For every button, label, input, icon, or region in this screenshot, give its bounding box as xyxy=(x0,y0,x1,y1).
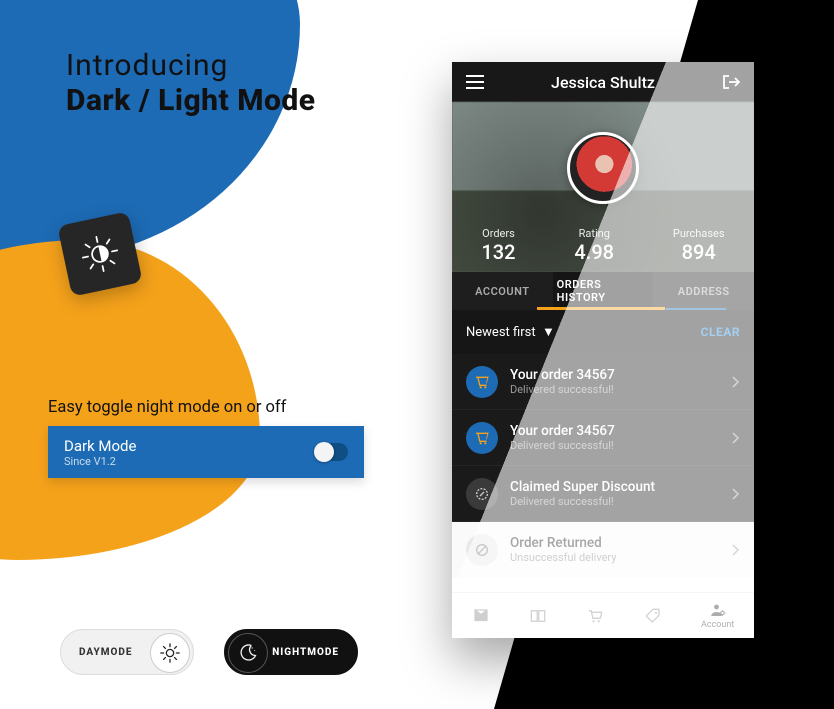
order-row[interactable]: Your order 34567Delivered successful! xyxy=(452,410,754,466)
heading-line2: Dark / Light Mode xyxy=(66,83,316,118)
daymode-label: DAYMODE xyxy=(79,647,132,658)
stat-purchases-label: Purchases xyxy=(673,227,725,240)
stat-rating-value: 4.98 xyxy=(574,240,614,264)
avatar[interactable] xyxy=(567,132,639,204)
sort-label: Newest first xyxy=(466,325,536,340)
appbar-title: Jessica Shultz xyxy=(484,73,722,92)
order-title: Claimed Super Discount xyxy=(510,479,655,495)
toggle-label: Dark Mode xyxy=(64,437,136,455)
bg-blob-blue xyxy=(0,0,300,260)
stat-purchases-value: 894 xyxy=(673,240,725,264)
toggle-since: Since V1.2 xyxy=(64,455,136,468)
logout-icon[interactable] xyxy=(722,74,740,90)
chevron-right-icon xyxy=(732,376,740,388)
phone-mockup: Jessica Shultz Orders 132 Rating 4.98 Pu… xyxy=(452,62,754,638)
nav-account[interactable]: Account xyxy=(701,601,734,630)
toggle-subtitle: Easy toggle night mode on or off xyxy=(48,398,286,417)
nav-cart[interactable] xyxy=(586,607,604,625)
tab-orders-history[interactable]: ORDERS HISTORY xyxy=(553,272,654,310)
moon-icon xyxy=(228,633,268,673)
order-sub: Unsuccessful delivery xyxy=(510,551,616,564)
chevron-right-icon xyxy=(732,432,740,444)
tab-underline-active xyxy=(537,307,665,310)
order-sub: Delivered successful! xyxy=(510,439,615,452)
dark-mode-switch[interactable] xyxy=(314,443,348,461)
heading-line1: Introducing xyxy=(66,48,316,83)
clear-button[interactable]: CLEAR xyxy=(701,325,740,339)
stat-rating: Rating 4.98 xyxy=(574,227,614,264)
nav-account-label: Account xyxy=(701,620,734,630)
nightmode-pill[interactable]: NIGHTMODE xyxy=(224,629,358,675)
switch-knob xyxy=(314,442,334,462)
order-title: Your order 34567 xyxy=(510,423,615,439)
stat-orders-label: Orders xyxy=(481,227,515,240)
order-sub: Delivered successful! xyxy=(510,383,615,396)
stat-orders: Orders 132 xyxy=(481,227,515,264)
block-icon xyxy=(466,534,498,566)
order-row[interactable]: Your order 34567Delivered successful! xyxy=(452,354,754,410)
brightness-tile-icon xyxy=(57,211,142,296)
sun-icon xyxy=(150,633,190,673)
chevron-right-icon xyxy=(732,488,740,500)
sort-row: Newest first ▼ CLEAR xyxy=(452,310,754,354)
nightmode-label: NIGHTMODE xyxy=(272,647,339,658)
stat-rating-label: Rating xyxy=(574,227,614,240)
nav-tag[interactable] xyxy=(644,607,662,625)
order-sub: Delivered successful! xyxy=(510,495,655,508)
dark-mode-toggle-row[interactable]: Dark Mode Since V1.2 xyxy=(48,426,364,478)
page-heading: Introducing Dark / Light Mode xyxy=(66,48,316,118)
sort-dropdown[interactable]: Newest first ▼ xyxy=(466,324,555,340)
order-title: Order Returned xyxy=(510,535,616,551)
nav-book[interactable] xyxy=(529,607,547,625)
app-bar: Jessica Shultz xyxy=(452,62,754,102)
profile-hero: Orders 132 Rating 4.98 Purchases 894 xyxy=(452,102,754,272)
stat-purchases: Purchases 894 xyxy=(673,227,725,264)
daymode-pill[interactable]: DAYMODE xyxy=(60,629,194,675)
cart-icon xyxy=(466,422,498,454)
bottom-nav: Account xyxy=(452,592,754,638)
brightness-icon xyxy=(75,229,125,279)
chevron-right-icon xyxy=(732,544,740,556)
orders-list: Your order 34567Delivered successful! Yo… xyxy=(452,354,754,578)
stat-orders-value: 132 xyxy=(481,240,515,264)
nav-inbox[interactable] xyxy=(472,607,490,625)
order-row[interactable]: Order ReturnedUnsuccessful delivery xyxy=(452,522,754,578)
profile-tabs: ACCOUNT ORDERS HISTORY ADDRESS xyxy=(452,272,754,310)
tab-underline-secondary xyxy=(666,308,726,310)
profile-stats: Orders 132 Rating 4.98 Purchases 894 xyxy=(452,227,754,264)
hamburger-icon[interactable] xyxy=(466,75,484,89)
cart-icon xyxy=(466,366,498,398)
order-row[interactable]: Claimed Super DiscountDelivered successf… xyxy=(452,466,754,522)
tab-address[interactable]: ADDRESS xyxy=(653,272,754,310)
discount-icon xyxy=(466,478,498,510)
order-title: Your order 34567 xyxy=(510,367,615,383)
tab-account[interactable]: ACCOUNT xyxy=(452,272,553,310)
